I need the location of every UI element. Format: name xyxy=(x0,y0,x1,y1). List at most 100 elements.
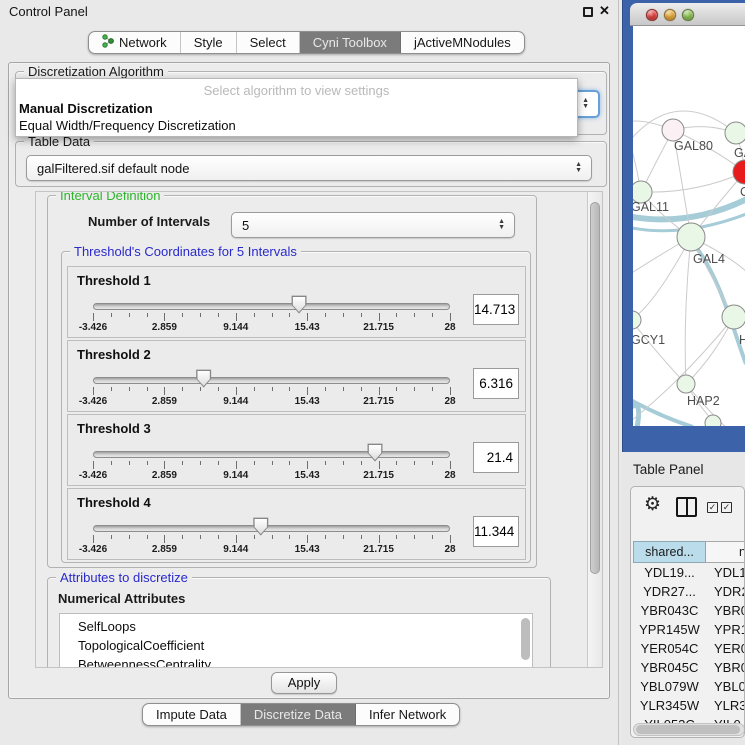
horizontal-scrollbar-thumb[interactable] xyxy=(636,725,740,734)
table-row[interactable]: YPR145WYPR1 xyxy=(633,620,745,639)
float-icon[interactable] xyxy=(583,7,593,17)
column-header-shared-name[interactable]: shared... xyxy=(633,541,706,563)
threshold-slider-track[interactable] xyxy=(93,377,450,384)
attribute-item-betweennesscentrality[interactable]: BetweennessCentrality xyxy=(60,655,532,668)
table-cell[interactable]: YBL0 xyxy=(706,677,745,696)
table-cell[interactable]: YBR0 xyxy=(706,601,745,620)
network-node[interactable] xyxy=(633,311,641,329)
algorithm-option-equal-width-frequency-discretization[interactable]: Equal Width/Frequency Discretization xyxy=(19,118,236,133)
apply-button[interactable]: Apply xyxy=(271,672,337,694)
tab-infer-network[interactable]: Infer Network xyxy=(356,704,459,725)
table-row[interactable]: YBR045CYBR0 xyxy=(633,658,745,677)
attribute-item-selfloops[interactable]: SelfLoops xyxy=(60,617,532,636)
network-canvas[interactable]: GAL80GACGAL11GAL4GCY1HHAP2 xyxy=(633,26,745,426)
threshold-value-field[interactable]: 21.4 xyxy=(473,442,519,473)
table-panel-window: Table Panel ⚙ ✓ ✓ shared... n YDL19...YD… xyxy=(622,452,745,745)
threshold-slider-track[interactable] xyxy=(93,303,450,310)
table-data-combobox[interactable]: galFiltered.sif default node ▲▼ xyxy=(26,155,592,181)
table-data-group: Table Data galFiltered.sif default node … xyxy=(15,141,607,187)
checkbox-icon[interactable]: ✓ xyxy=(721,502,732,513)
table-cell[interactable]: YDL1 xyxy=(706,563,745,582)
vertical-scrollbar[interactable] xyxy=(587,192,602,668)
network-node[interactable] xyxy=(733,160,745,184)
checkbox-icon[interactable]: ✓ xyxy=(707,502,718,513)
threshold-slider-thumb[interactable] xyxy=(291,295,308,314)
tab-impute-data[interactable]: Impute Data xyxy=(143,704,241,725)
algorithm-option-manual-discretization[interactable]: Manual Discretization xyxy=(19,101,153,116)
tick-mark xyxy=(289,535,290,539)
table-cell[interactable]: YLR345W xyxy=(633,696,706,715)
zoom-traffic-light-icon[interactable] xyxy=(682,9,694,21)
threshold-value-field[interactable]: 11.344 xyxy=(473,516,519,547)
close-icon[interactable]: ✕ xyxy=(599,3,610,19)
control-panel-tabs: Network Style SelectCyni Toolbox jActiveMNo… xyxy=(88,31,525,54)
number-of-intervals-combobox[interactable]: 5 ▲▼ xyxy=(231,212,515,238)
split-columns-icon[interactable] xyxy=(676,497,697,517)
network-node[interactable] xyxy=(662,119,684,141)
network-node[interactable] xyxy=(677,223,705,251)
horizontal-scrollbar[interactable] xyxy=(633,723,745,736)
tab-label: jActiveMNodules xyxy=(414,35,511,50)
table-cell[interactable]: YPR145W xyxy=(633,620,706,639)
network-edge[interactable] xyxy=(633,320,686,384)
scale-label: 28 xyxy=(444,396,455,407)
vertical-scrollbar-thumb[interactable] xyxy=(590,202,600,574)
table-cell[interactable]: YER054C xyxy=(633,639,706,658)
table-cell[interactable]: YBR045C xyxy=(633,658,706,677)
table-cell[interactable]: YBR043C xyxy=(633,601,706,620)
tab-cyni-toolbox[interactable]: Cyni Toolbox xyxy=(300,32,401,53)
gear-icon[interactable]: ⚙ xyxy=(644,493,661,516)
table-row[interactable]: YLR345WYLR3 xyxy=(633,696,745,715)
tick-mark xyxy=(182,461,183,465)
column-header-name[interactable]: n xyxy=(706,541,745,563)
table-cell[interactable]: YER0 xyxy=(706,639,745,658)
table-cell[interactable]: YDR2 xyxy=(706,582,745,601)
tick-mark xyxy=(272,461,273,465)
tick-mark xyxy=(129,313,130,317)
close-traffic-light-icon[interactable] xyxy=(646,9,658,21)
table-cell[interactable]: YDR27... xyxy=(633,582,706,601)
tick-mark xyxy=(147,461,148,465)
threshold-slider-thumb[interactable] xyxy=(195,369,212,388)
tick-mark xyxy=(361,387,362,391)
table-row[interactable]: YBL079WYBL0 xyxy=(633,677,745,696)
network-node[interactable] xyxy=(725,122,745,144)
network-edge[interactable] xyxy=(685,237,691,384)
table-cell[interactable]: YPR1 xyxy=(706,620,745,639)
scale-label: -3.426 xyxy=(79,470,107,481)
tick-mark xyxy=(164,313,165,321)
table-row[interactable]: YDR27...YDR2 xyxy=(633,582,745,601)
threshold-slider-track[interactable] xyxy=(93,451,450,458)
table-cell[interactable]: YLR3 xyxy=(706,696,745,715)
tab-style[interactable]: Style xyxy=(181,32,237,53)
scale-label: 2.859 xyxy=(152,396,177,407)
table-cell[interactable]: YBR0 xyxy=(706,658,745,677)
minimize-traffic-light-icon[interactable] xyxy=(664,9,676,21)
threshold-value-field[interactable]: 6.316 xyxy=(473,368,519,399)
threshold-slider-thumb[interactable] xyxy=(252,517,269,536)
threshold-slider-thumb[interactable] xyxy=(367,443,384,462)
network-node[interactable] xyxy=(722,305,745,329)
network-edge[interactable] xyxy=(633,237,691,320)
numerical-attributes-list[interactable]: SelfLoopsTopologicalCoefficientBetweenne… xyxy=(59,613,533,668)
network-node[interactable] xyxy=(677,375,695,393)
table-row[interactable]: YER054CYER0 xyxy=(633,639,745,658)
table-row[interactable]: YBR043CYBR0 xyxy=(633,601,745,620)
network-node[interactable] xyxy=(705,415,721,426)
tab-jactivemnodules[interactable]: jActiveMNodules xyxy=(401,32,524,53)
list-scrollbar-thumb[interactable] xyxy=(521,618,530,660)
threshold-value-field[interactable]: 14.713 xyxy=(473,294,519,325)
threshold-slider-track[interactable] xyxy=(93,525,450,532)
slider-ticks xyxy=(93,387,450,396)
table-cell[interactable]: YDL19... xyxy=(633,563,706,582)
table-cell[interactable]: YBL079W xyxy=(633,677,706,696)
network-edge[interactable] xyxy=(641,172,745,192)
tab-network[interactable]: Network xyxy=(89,32,181,53)
tab-label: Style xyxy=(194,35,223,50)
network-window-titlebar[interactable] xyxy=(630,3,745,26)
tick-mark xyxy=(164,461,165,469)
attribute-item-topologicalcoefficient[interactable]: TopologicalCoefficient xyxy=(60,636,532,655)
tab-discretize-data[interactable]: Discretize Data xyxy=(241,704,356,725)
tab-select[interactable]: Select xyxy=(237,32,300,53)
table-row[interactable]: YDL19...YDL1 xyxy=(633,563,745,582)
